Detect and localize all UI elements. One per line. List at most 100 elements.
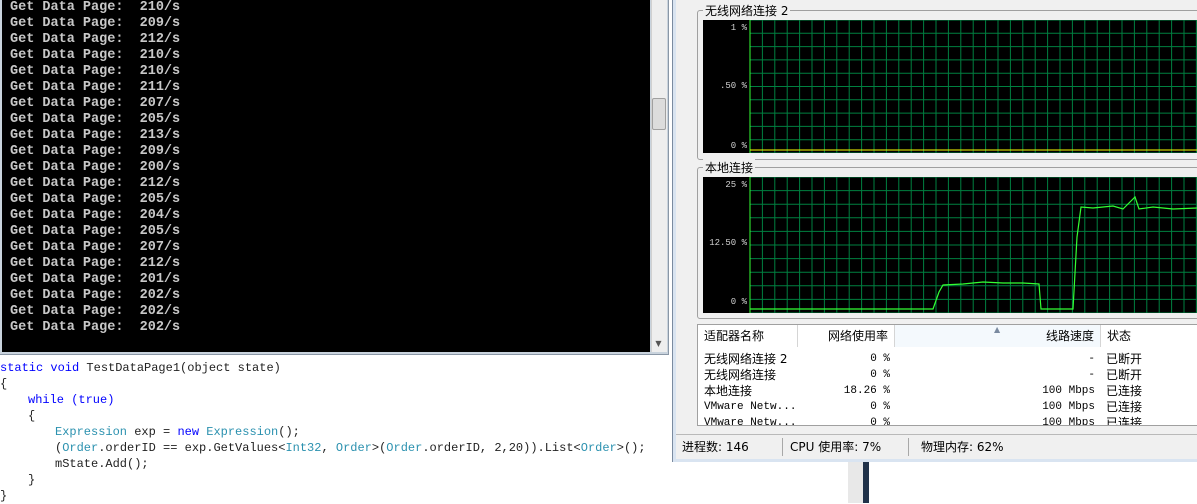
- console-line: Get Data Page: 205/s: [10, 224, 181, 239]
- table-cell: 0 %: [870, 401, 890, 413]
- wireless-grid: [749, 20, 1197, 153]
- scrollbar-thumb[interactable]: [652, 98, 666, 130]
- console-line: Get Data Page: 213/s: [10, 128, 181, 143]
- table-cell: 100 Mbps: [1042, 401, 1095, 413]
- console-line: Get Data Page: 202/s: [10, 304, 181, 319]
- code-line-3: while (true): [28, 392, 114, 408]
- table-cell: -: [1088, 369, 1095, 381]
- code-text: .orderID, 2,20)).List<: [422, 441, 581, 455]
- desktop-background: [672, 462, 1197, 503]
- status-separator: [908, 438, 909, 456]
- sort-arrow-icon: ▲: [994, 325, 1001, 334]
- console-line: Get Data Page: 207/s: [10, 240, 181, 255]
- table-cell: 已连接: [1106, 400, 1143, 414]
- console-line: Get Data Page: 202/s: [10, 288, 181, 303]
- local-graph: [749, 177, 1197, 313]
- code-line-4: {: [28, 409, 36, 423]
- code-type: Expression: [206, 425, 279, 439]
- table-cell: 无线网络连接 2: [704, 352, 788, 366]
- code-line-9: }: [0, 489, 8, 503]
- table-cell: VMware Netw...: [704, 401, 797, 413]
- code-line-2: {: [0, 377, 8, 391]
- table-cell: -: [1088, 353, 1095, 365]
- column-header-usage[interactable]: 网络使用率: [798, 325, 895, 347]
- console-line: Get Data Page: 205/s: [10, 112, 181, 127]
- console-line: Get Data Page: 212/s: [10, 32, 181, 47]
- local-y-label-top: 25 %: [725, 180, 747, 190]
- table-cell: 已连接: [1106, 384, 1143, 398]
- wireless-y-label-top: 1 %: [730, 23, 747, 33]
- code-editor[interactable]: static void TestDataPage1(object state) …: [0, 358, 672, 503]
- table-cell: 已连接: [1106, 416, 1143, 426]
- local-y-label-bottom: 0 %: [730, 297, 747, 307]
- status-processes: 进程数: 146: [682, 440, 749, 454]
- console-line: Get Data Page: 211/s: [10, 80, 181, 95]
- table-cell: 无线网络连接: [704, 368, 777, 382]
- table-cell: 100 Mbps: [1042, 385, 1095, 397]
- code-type: Expression: [55, 425, 128, 439]
- code-text: >();: [616, 441, 646, 455]
- console-line: Get Data Page: 212/s: [10, 256, 181, 271]
- table-cell: 已断开: [1106, 368, 1143, 382]
- code-keyword: static void: [0, 361, 87, 375]
- console-output: Get Data Page: 210/s Get Data Page: 209/s…: [2, 0, 650, 352]
- console-line: Get Data Page: 205/s: [10, 192, 181, 207]
- table-cell: 已断开: [1106, 352, 1143, 366]
- status-separator: [782, 438, 783, 456]
- code-keyword: while (true): [28, 393, 115, 407]
- code-text: ,: [321, 441, 336, 455]
- local-chart: 25 % 12.50 % 0 %: [703, 177, 1197, 313]
- console-line: Get Data Page: 210/s: [10, 64, 181, 79]
- code-text: .orderID == exp.GetValues<: [98, 441, 286, 455]
- code-text: TestDataPage1(object state): [86, 361, 281, 375]
- console-line: Get Data Page: 212/s: [10, 176, 181, 191]
- column-header-adapter-name[interactable]: 适配器名称: [698, 325, 798, 347]
- code-keyword: new: [177, 425, 207, 439]
- console-line: Get Data Page: 202/s: [10, 320, 181, 335]
- code-text: exp =: [127, 425, 178, 439]
- wireless-y-label-bottom: 0 %: [730, 141, 747, 151]
- table-cell: 0 %: [870, 353, 890, 365]
- table-cell: 100 Mbps: [1042, 417, 1095, 426]
- wireless-y-label-mid: .50 %: [719, 81, 747, 91]
- column-header-status[interactable]: 状态: [1101, 325, 1197, 347]
- console-line: Get Data Page: 210/s: [10, 48, 181, 63]
- console-line: Get Data Page: 210/s: [10, 0, 181, 15]
- table-cell: 0 %: [870, 369, 890, 381]
- adapter-table[interactable]: 适配器名称 网络使用率 线路速度 ▲ 状态 无线网络连接 20 % - 已断开 无线网…: [697, 324, 1197, 426]
- console-line: Get Data Page: 201/s: [10, 272, 181, 287]
- local-y-label-mid: 12.50 %: [709, 238, 747, 248]
- code-line-6: (Order.orderID == exp.GetValues<Int32, O…: [55, 440, 646, 456]
- code-text: ();: [278, 425, 300, 439]
- table-cell: 本地连接: [704, 384, 753, 398]
- console-line: Get Data Page: 207/s: [10, 96, 181, 111]
- console-line: Get Data Page: 209/s: [10, 16, 181, 31]
- status-cpu: CPU 使用率: 7%: [790, 440, 882, 454]
- code-line-5: Expression exp = new Expression();: [55, 424, 300, 440]
- code-line-1: static void TestDataPage1(object state): [0, 360, 281, 376]
- table-cell: 18.26 %: [843, 385, 890, 397]
- wireless-panel-title: 无线网络连接 2: [703, 2, 791, 19]
- wireless-chart: 1 % .50 % 0 %: [703, 20, 1197, 153]
- console-window: Get Data Page: 210/s Get Data Page: 209/s…: [0, 0, 669, 355]
- code-text: >(: [371, 441, 387, 455]
- scroll-down-arrow-icon[interactable]: ▼: [651, 336, 666, 352]
- console-line: Get Data Page: 200/s: [10, 160, 181, 175]
- code-type: Order: [62, 441, 99, 455]
- console-line: Get Data Page: 209/s: [10, 144, 181, 159]
- console-scrollbar[interactable]: [651, 0, 667, 352]
- table-cell: VMware Netw...: [704, 417, 797, 426]
- code-type: Order: [580, 441, 617, 455]
- status-bar: 进程数: 146 CPU 使用率: 7% 物理内存: 62%: [676, 434, 1197, 459]
- window-edge: [848, 462, 863, 503]
- code-line-7: mState.Add();: [55, 457, 149, 471]
- status-memory: 物理内存: 62%: [921, 440, 1004, 454]
- table-cell: 0 %: [870, 417, 890, 426]
- window-edge-dark: [863, 462, 869, 503]
- code-type: Order: [335, 441, 372, 455]
- code-type: Int32: [285, 441, 322, 455]
- console-line: Get Data Page: 204/s: [10, 208, 181, 223]
- local-panel-title: 本地连接: [703, 159, 756, 176]
- code-type: Order: [386, 441, 423, 455]
- code-line-8: }: [28, 473, 36, 487]
